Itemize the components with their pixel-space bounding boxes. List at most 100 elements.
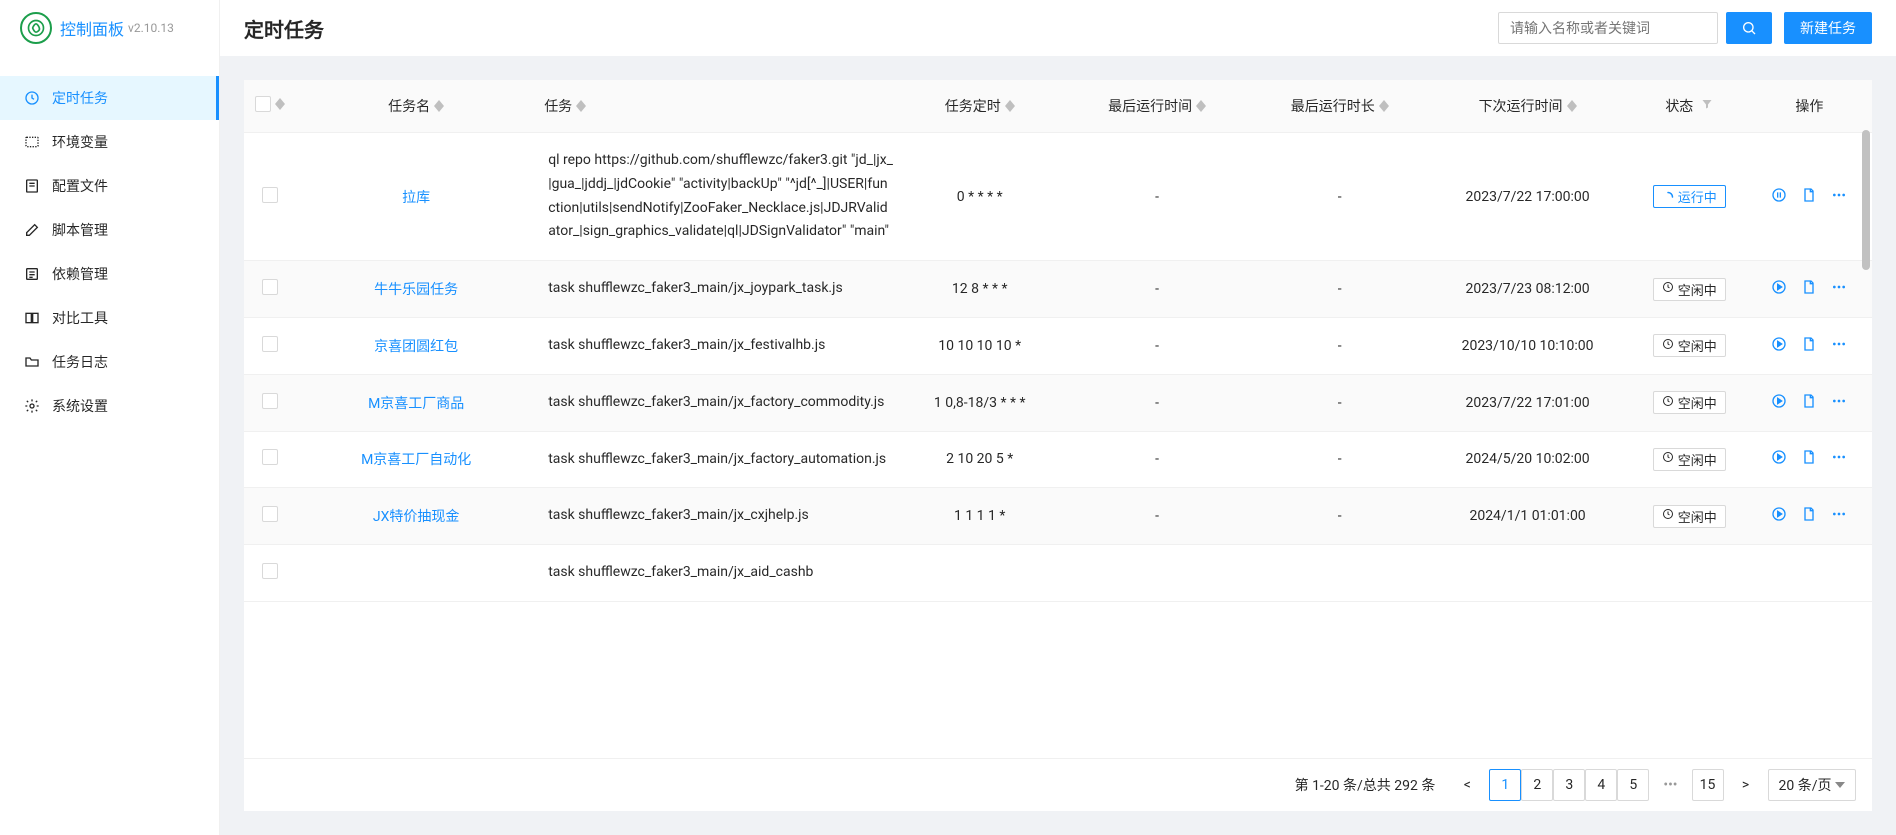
task-name-link[interactable]: M京喜工厂自动化: [361, 452, 471, 468]
log-button[interactable]: [1801, 449, 1817, 465]
more-button[interactable]: [1831, 506, 1847, 522]
task-name-link[interactable]: 京喜团圆红包: [374, 339, 458, 355]
search-button[interactable]: [1726, 12, 1772, 44]
run-stop-button[interactable]: [1771, 279, 1787, 295]
run-stop-button[interactable]: [1771, 336, 1787, 352]
sort-icon[interactable]: [1379, 100, 1389, 112]
page-header: 定时任务 新建任务: [220, 0, 1896, 56]
table-row: M京喜工厂自动化task shufflewzc_faker3_main/jx_f…: [244, 431, 1872, 488]
task-name-link[interactable]: 牛牛乐园任务: [374, 282, 458, 298]
env-icon: [24, 134, 40, 150]
scrollbar[interactable]: [1862, 130, 1870, 270]
log-button[interactable]: [1801, 187, 1817, 203]
sidebar-menu: 定时任务环境变量配置文件脚本管理依赖管理对比工具任务日志系统设置: [0, 56, 219, 428]
table-container: 任务名 任务 任务定时 最后运行时间 最后运行时长 下次运行时间 状态 操作 拉…: [244, 80, 1872, 811]
search-input[interactable]: [1498, 12, 1718, 44]
folder-icon: [24, 354, 40, 370]
task-last-run: -: [1058, 374, 1256, 431]
run-stop-button[interactable]: [1771, 393, 1787, 409]
loading-icon: [1662, 191, 1674, 203]
task-name-link[interactable]: M京喜工厂商品: [368, 396, 464, 412]
sidebar-item-label: 定时任务: [52, 88, 108, 108]
task-name-link[interactable]: 拉库: [402, 190, 430, 206]
sidebar-item-label: 配置文件: [52, 176, 108, 196]
logo-icon: [20, 12, 52, 44]
col-status-header[interactable]: 状态: [1665, 96, 1693, 116]
prev-page-button[interactable]: <: [1451, 769, 1483, 801]
sidebar-item-label: 系统设置: [52, 396, 108, 416]
log-button[interactable]: [1801, 393, 1817, 409]
last-page-button[interactable]: 15: [1692, 769, 1724, 801]
col-dur-header[interactable]: 最后运行时长: [1291, 96, 1375, 116]
sidebar-item-6[interactable]: 任务日志: [0, 340, 219, 384]
more-button[interactable]: [1831, 393, 1847, 409]
brand-title: 控制面板: [60, 16, 124, 40]
table-row: M京喜工厂商品task shufflewzc_faker3_main/jx_fa…: [244, 374, 1872, 431]
page-button[interactable]: 1: [1489, 769, 1521, 801]
task-cron: 1 1 1 1 *: [901, 488, 1058, 545]
row-checkbox[interactable]: [262, 449, 278, 465]
sidebar-item-2[interactable]: 配置文件: [0, 164, 219, 208]
create-task-button[interactable]: 新建任务: [1784, 12, 1872, 44]
table-row: 拉库ql repo https://github.com/shufflewzc/…: [244, 133, 1872, 261]
sort-icon[interactable]: [1005, 100, 1015, 112]
clock-icon: [24, 90, 40, 106]
sort-icon[interactable]: [1196, 100, 1206, 112]
task-cron: 10 10 10 10 *: [901, 317, 1058, 374]
col-last-header[interactable]: 最后运行时间: [1108, 96, 1192, 116]
log-button[interactable]: [1801, 336, 1817, 352]
page-button[interactable]: 5: [1617, 769, 1649, 801]
task-last-run: -: [1058, 431, 1256, 488]
row-checkbox[interactable]: [262, 279, 278, 295]
next-page-button[interactable]: >: [1730, 769, 1762, 801]
sidebar-item-4[interactable]: 依赖管理: [0, 252, 219, 296]
row-checkbox[interactable]: [262, 393, 278, 409]
more-button[interactable]: [1831, 187, 1847, 203]
status-badge: 运行中: [1653, 185, 1726, 208]
clock-icon: [1662, 338, 1674, 354]
sidebar-item-7[interactable]: 系统设置: [0, 384, 219, 428]
sidebar-item-1[interactable]: 环境变量: [0, 120, 219, 164]
task-command: task shufflewzc_faker3_main/jx_festivalh…: [536, 317, 901, 374]
sidebar-item-0[interactable]: 定时任务: [0, 76, 219, 120]
col-name-header[interactable]: 任务名: [388, 96, 430, 116]
sidebar: 控制面板 v2.10.13 定时任务环境变量配置文件脚本管理依赖管理对比工具任务…: [0, 0, 220, 835]
task-next-run: [1423, 545, 1632, 602]
chevron-down-icon: [1835, 782, 1845, 788]
row-checkbox[interactable]: [262, 563, 278, 579]
log-button[interactable]: [1801, 506, 1817, 522]
task-last-run: -: [1058, 133, 1256, 261]
page-button[interactable]: 3: [1553, 769, 1585, 801]
sidebar-item-5[interactable]: 对比工具: [0, 296, 219, 340]
col-next-header[interactable]: 下次运行时间: [1479, 96, 1563, 116]
more-button[interactable]: [1831, 449, 1847, 465]
run-stop-button[interactable]: [1771, 187, 1787, 203]
sort-icon[interactable]: [576, 100, 586, 112]
log-button[interactable]: [1801, 279, 1817, 295]
row-checkbox[interactable]: [262, 187, 278, 203]
page-button[interactable]: 2: [1521, 769, 1553, 801]
run-stop-button[interactable]: [1771, 449, 1787, 465]
row-checkbox[interactable]: [262, 506, 278, 522]
config-icon: [24, 178, 40, 194]
task-duration: -: [1256, 317, 1423, 374]
page-button[interactable]: 4: [1585, 769, 1617, 801]
sort-icon[interactable]: [1567, 100, 1577, 112]
col-ops-header: 操作: [1795, 99, 1823, 115]
sidebar-item-3[interactable]: 脚本管理: [0, 208, 219, 252]
run-stop-button[interactable]: [1771, 506, 1787, 522]
sort-icon[interactable]: [434, 100, 444, 112]
task-name-link[interactable]: JX特价抽现金: [373, 509, 460, 525]
table-row: 牛牛乐园任务task shufflewzc_faker3_main/jx_joy…: [244, 261, 1872, 318]
page-title: 定时任务: [244, 14, 1498, 43]
col-task-header[interactable]: 任务: [544, 96, 572, 116]
filter-icon[interactable]: [1701, 98, 1713, 114]
more-button[interactable]: [1831, 336, 1847, 352]
sort-icon[interactable]: [275, 98, 285, 110]
task-next-run: 2023/7/23 08:12:00: [1423, 261, 1632, 318]
page-size-select[interactable]: 20 条/页: [1768, 769, 1856, 801]
row-checkbox[interactable]: [262, 336, 278, 352]
more-button[interactable]: [1831, 279, 1847, 295]
col-cron-header[interactable]: 任务定时: [945, 96, 1001, 116]
select-all-checkbox[interactable]: [255, 96, 271, 112]
